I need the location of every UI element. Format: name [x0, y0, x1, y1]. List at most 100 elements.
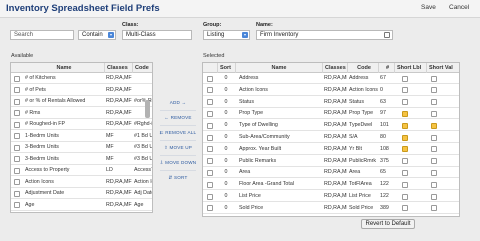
- short-label-checkbox[interactable]: [402, 75, 408, 82]
- short-label-checkbox[interactable]: [402, 110, 408, 117]
- row-checkbox[interactable]: [207, 146, 213, 153]
- save-button[interactable]: Save: [421, 4, 436, 11]
- row-checkbox[interactable]: [207, 169, 213, 176]
- column-header-code[interactable]: Code: [347, 63, 378, 73]
- row-checkbox[interactable]: [14, 179, 20, 185]
- class-field[interactable]: Multi-Class: [122, 30, 192, 40]
- row-checkbox[interactable]: [207, 181, 213, 188]
- row-checkbox[interactable]: [207, 75, 213, 82]
- table-row[interactable]: 0 Sub-Area/Community RD,RA,MF,IS/A 80: [203, 132, 459, 143]
- move-up-button[interactable]: ⇧ MOVE UP: [157, 142, 199, 153]
- short-label-checkbox[interactable]: [402, 193, 408, 200]
- table-row[interactable]: 0Action IconsRD,RA,MF,IAction Icons0: [203, 85, 459, 96]
- column-header-name[interactable]: Name: [21, 63, 105, 73]
- table-row[interactable]: # of Kitchens RD,RA,MF: [11, 73, 152, 84]
- short-value-checkbox[interactable]: [431, 169, 437, 176]
- sort-button[interactable]: ⇵ SORT: [157, 172, 199, 183]
- row-sort[interactable]: 0: [217, 120, 233, 131]
- table-row[interactable]: Action Icons RD,RA,MF Action Ic: [11, 177, 152, 188]
- row-checkbox[interactable]: [207, 134, 213, 141]
- table-row[interactable]: 0StatusRD,RA,MF,IStatus63: [203, 97, 459, 108]
- row-checkbox[interactable]: [14, 87, 20, 93]
- short-label-checkbox[interactable]: [402, 146, 408, 153]
- search-input[interactable]: Search: [10, 30, 74, 40]
- short-label-checkbox[interactable]: [402, 158, 408, 165]
- short-label-checkbox[interactable]: [402, 169, 408, 176]
- add-button[interactable]: ADD →: [157, 97, 199, 108]
- row-checkbox[interactable]: [14, 202, 20, 208]
- row-checkbox[interactable]: [14, 121, 20, 128]
- short-value-checkbox[interactable]: [431, 146, 437, 153]
- table-row[interactable]: 0AreaRD,RA,MF,IArea65: [203, 167, 459, 179]
- row-checkbox[interactable]: [207, 193, 213, 200]
- short-value-checkbox[interactable]: [431, 87, 437, 94]
- remove-button[interactable]: ← REMOVE: [157, 112, 199, 123]
- short-label-checkbox[interactable]: [402, 87, 408, 94]
- row-checkbox[interactable]: [207, 87, 213, 94]
- revert-to-default-button[interactable]: Revert to Default: [361, 219, 415, 229]
- row-sort[interactable]: 0: [217, 73, 233, 84]
- column-header-short-label[interactable]: Short Lbl: [394, 63, 426, 73]
- row-sort[interactable]: 0: [217, 191, 233, 202]
- table-row[interactable]: # Roughed-in FP RD,RA,MF #Rghd-i: [11, 119, 152, 130]
- column-header-classes[interactable]: Classes: [104, 63, 132, 73]
- column-header-short-value[interactable]: Short Val: [426, 63, 459, 73]
- row-checkbox[interactable]: [14, 167, 20, 174]
- row-checkbox[interactable]: [14, 144, 20, 151]
- column-header-sort[interactable]: Sort: [217, 63, 233, 73]
- table-row[interactable]: Adjustment Date RD,RA,MF Adj Date: [11, 188, 152, 199]
- table-row[interactable]: 0List PriceRD,RA,MF,IList Price122: [203, 191, 459, 202]
- short-label-checkbox[interactable]: [402, 122, 408, 129]
- row-checkbox[interactable]: [207, 158, 213, 165]
- short-value-checkbox[interactable]: [431, 134, 437, 141]
- table-row[interactable]: # Rms RD,RA,MF: [11, 108, 152, 119]
- short-value-checkbox[interactable]: [431, 193, 437, 200]
- group-select[interactable]: Listing: [203, 30, 250, 40]
- short-value-checkbox[interactable]: [431, 110, 437, 117]
- match-mode-select[interactable]: Contain: [78, 30, 116, 40]
- table-row[interactable]: Age RD,RA,MF Age: [11, 200, 152, 211]
- row-checkbox[interactable]: [207, 110, 213, 117]
- row-sort[interactable]: 0: [217, 132, 233, 143]
- row-sort[interactable]: 0: [217, 179, 233, 190]
- row-sort[interactable]: 0: [217, 203, 233, 214]
- row-sort[interactable]: 0: [217, 156, 233, 167]
- row-checkbox[interactable]: [207, 205, 213, 212]
- cancel-button[interactable]: Cancel: [449, 4, 469, 11]
- short-value-checkbox[interactable]: [431, 122, 437, 129]
- available-scrollbar[interactable]: [145, 100, 150, 118]
- table-row[interactable]: Access to Property LD AccessTo: [11, 165, 152, 176]
- table-row[interactable]: # or % of Rentals Allowed RD,RA,MF #or% Re: [11, 96, 152, 107]
- row-checkbox[interactable]: [14, 190, 20, 197]
- short-value-checkbox[interactable]: [431, 205, 437, 212]
- short-label-checkbox[interactable]: [402, 134, 408, 141]
- table-row[interactable]: 1-Bedrm Units MF #1 Bd U: [11, 131, 152, 142]
- table-row[interactable]: 0 Floor Area -Grand Total RD,RA,MF,ITotFlA…: [203, 179, 459, 191]
- column-header-number[interactable]: #: [378, 63, 394, 73]
- name-field[interactable]: Firm Inventory: [256, 30, 393, 40]
- row-checkbox[interactable]: [14, 110, 20, 116]
- table-row[interactable]: # of Pets RD,RA,MF: [11, 85, 152, 96]
- short-value-checkbox[interactable]: [431, 181, 437, 188]
- short-value-checkbox[interactable]: [431, 75, 437, 82]
- row-checkbox[interactable]: [207, 122, 213, 129]
- table-row[interactable]: 0 Public Remarks RD,RA,MF,IPublicRmrk375: [203, 156, 459, 167]
- row-checkbox[interactable]: [14, 98, 20, 105]
- table-row[interactable]: 0Prop TypeRD,RA,MF,IProp Type97: [203, 108, 459, 120]
- column-header-code[interactable]: Code: [132, 63, 152, 73]
- row-sort[interactable]: 0: [217, 144, 233, 155]
- column-header-name[interactable]: Name: [235, 63, 320, 73]
- row-sort[interactable]: 0: [217, 97, 233, 108]
- table-row[interactable]: 0 Approx. Year Built RD,RA,MF,IYr Blt 108: [203, 144, 459, 155]
- table-row[interactable]: 0Sold PriceRD,RA,MF,ISold Price389: [203, 203, 459, 214]
- short-label-checkbox[interactable]: [402, 181, 408, 188]
- row-checkbox[interactable]: [14, 156, 20, 162]
- row-sort[interactable]: 0: [217, 167, 233, 178]
- short-label-checkbox[interactable]: [402, 205, 408, 212]
- table-row[interactable]: 3-Bedrm Units MF #3 Bd U: [11, 154, 152, 165]
- row-checkbox[interactable]: [14, 75, 20, 82]
- move-down-button[interactable]: ⇩ MOVE DOWN: [157, 157, 199, 168]
- row-sort[interactable]: 0: [217, 85, 233, 96]
- table-row[interactable]: 3-Bedrm Units MF #3 Bd U: [11, 142, 152, 153]
- remove-all-button[interactable]: ⇇ REMOVE ALL: [157, 127, 199, 138]
